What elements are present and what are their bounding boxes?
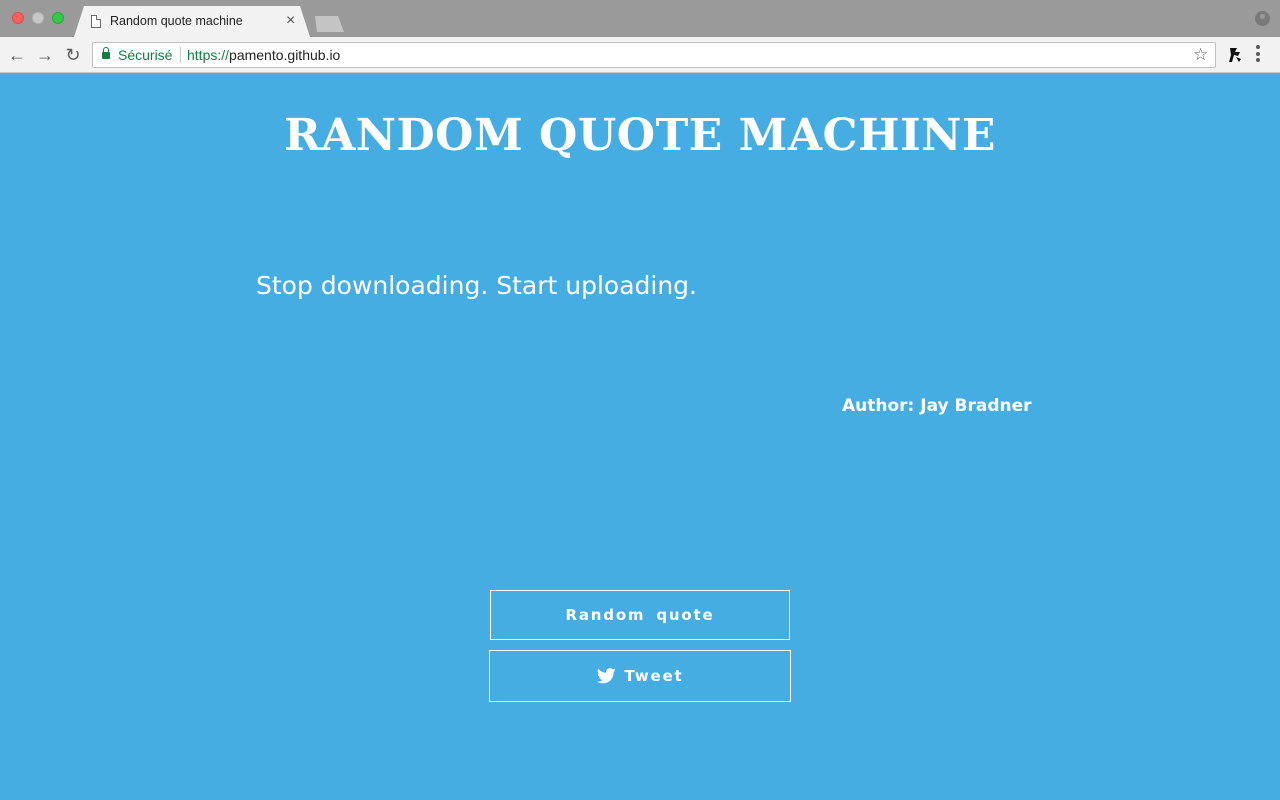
tab-close-icon[interactable]: × (286, 11, 295, 31)
new-tab-button[interactable] (315, 16, 344, 32)
forward-button[interactable]: → (34, 44, 56, 66)
maximize-window-button[interactable] (52, 12, 64, 24)
random-quote-label: Random quote (565, 606, 715, 624)
close-window-button[interactable] (12, 12, 24, 24)
url-scheme: https:// (187, 47, 230, 63)
quote-author: Author: Jay Bradner (842, 396, 1032, 416)
bookmark-star-icon[interactable]: ☆ (1193, 45, 1208, 65)
browser-menu-icon[interactable] (1256, 45, 1260, 65)
page-document-icon (91, 15, 101, 28)
address-separator (180, 47, 181, 63)
browser-toolbar: ← → ↻ Sécurisé https://pamento.github.io… (0, 37, 1280, 73)
reload-button[interactable]: ↻ (62, 44, 84, 66)
page-title: Random quote machine (284, 110, 996, 161)
url-host: pamento.github.io (229, 47, 341, 63)
extension-icon[interactable] (1226, 46, 1244, 64)
browser-titlebar: Random quote machine × (0, 0, 1280, 37)
random-quote-button[interactable]: Random quote (490, 590, 790, 640)
url-text[interactable]: https://pamento.github.io (187, 47, 340, 63)
page-content: Random quote machine Stop downloading. S… (0, 74, 1280, 800)
tweet-button[interactable]: Tweet (489, 650, 791, 702)
tab-title: Random quote machine (110, 14, 243, 28)
profile-icon[interactable] (1255, 11, 1270, 26)
tweet-label: Tweet (624, 667, 684, 685)
minimize-window-button[interactable] (32, 12, 44, 24)
secure-label: Sécurisé (118, 47, 173, 63)
address-bar[interactable]: Sécurisé https://pamento.github.io ☆ (92, 42, 1216, 68)
twitter-bird-icon (596, 668, 616, 684)
back-button[interactable]: ← (6, 44, 28, 66)
lock-icon (102, 47, 110, 59)
quote-text: Stop downloading. Start uploading. (256, 271, 697, 300)
